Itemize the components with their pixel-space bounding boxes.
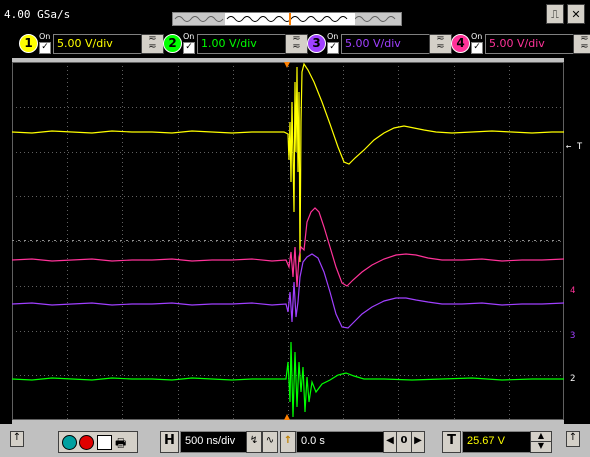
delay-right-button[interactable]: ▶ — [411, 431, 425, 453]
channel-2-on-checkbox[interactable]: ✓ — [183, 42, 195, 54]
channel-4-on-label: On — [471, 32, 483, 41]
memory-timebar[interactable] — [172, 12, 402, 26]
left-gutter — [0, 58, 12, 424]
right-marker-gutter: ← T 4 3 2 — [564, 58, 590, 424]
bottom-control-bar: ↑ 🖶 H 500 ns/div ↯ ∿ ↑ 0.0 s ◀ 0 ▶ T 25.… — [0, 424, 590, 457]
channel-2-coupling-button[interactable]: ≂ ≂ — [285, 34, 308, 54]
channel-3-number[interactable]: 3 — [307, 34, 326, 53]
horizontal-scale-field[interactable]: 500 ns/div — [180, 431, 248, 453]
channel-4-ground-marker[interactable]: 4 — [570, 286, 575, 296]
channel-4-scale[interactable]: 5.00 V/div — [485, 34, 574, 54]
timebar-trigger-marker — [289, 13, 291, 25]
stop-icon[interactable] — [79, 435, 94, 450]
waveform-display[interactable] — [12, 62, 564, 420]
channel-2-scale[interactable]: 1.00 V/div — [197, 34, 286, 54]
channel-4-on-checkbox[interactable]: ✓ — [471, 42, 483, 54]
delay-field[interactable]: 0.0 s — [296, 431, 386, 453]
channel-1-on-label: On — [39, 32, 51, 41]
channel-4-coupling-button[interactable]: ≂ ≂ — [573, 34, 590, 54]
horizontal-label: H — [160, 431, 179, 453]
channel-1-coupling-button[interactable]: ≂ ≂ — [141, 34, 164, 54]
channel-1-scale[interactable]: 5.00 V/div — [53, 34, 142, 54]
channel-2-number[interactable]: 2 — [163, 34, 182, 53]
sample-rate-readout: 4.00 GSa/s — [4, 8, 71, 21]
vernier-icon[interactable]: ∿ — [262, 431, 278, 453]
run-icon[interactable] — [62, 435, 77, 450]
channel-1-on-checkbox[interactable]: ✓ — [39, 42, 51, 54]
close-button[interactable]: ✕ — [567, 4, 585, 24]
top-status-bar: 4.00 GSa/s ⎍ ✕ — [0, 0, 590, 30]
scroll-up-left-button[interactable]: ↑ — [10, 431, 24, 447]
zoom-icon[interactable]: ↯ — [246, 431, 262, 453]
trigger-delay-icon[interactable]: ↑ — [280, 431, 296, 453]
delay-left-button[interactable]: ◀ — [383, 431, 397, 453]
trigger-level-marker[interactable]: ← T — [566, 142, 582, 152]
graticule-and-traces — [12, 62, 564, 420]
channel-4-trace — [12, 207, 564, 288]
channel-4-number[interactable]: 4 — [451, 34, 470, 53]
channel-2-on-label: On — [183, 32, 195, 41]
delay-zero-button[interactable]: 0 — [396, 431, 412, 453]
scroll-up-right-button[interactable]: ↑ — [566, 431, 580, 447]
restore-button[interactable]: ⎍ — [546, 4, 564, 24]
channel-3-coupling-button[interactable]: ≂ ≂ — [429, 34, 452, 54]
channel-3-on-label: On — [327, 32, 339, 41]
single-icon[interactable] — [97, 435, 112, 450]
channel-2-trace — [12, 341, 564, 418]
channel-1-number[interactable]: 1 — [19, 34, 38, 53]
run-control-group: 🖶 — [58, 431, 138, 453]
trigger-level-field[interactable]: 25.67 V — [462, 431, 532, 453]
channel-3-scale[interactable]: 5.00 V/div — [341, 34, 430, 54]
trigger-down-button[interactable]: ▼ — [530, 441, 552, 453]
channel-3-ground-marker[interactable]: 3 — [570, 331, 575, 341]
channel-2-ground-marker[interactable]: 2 — [570, 374, 575, 384]
channel-3-on-checkbox[interactable]: ✓ — [327, 42, 339, 54]
trigger-label: T — [442, 431, 461, 453]
print-icon[interactable]: 🖶 — [115, 434, 126, 455]
channel-bar: 1 On ✓ 5.00 V/div ≂ ≂ 2 On ✓ 1.00 V/div ≂… — [0, 30, 590, 58]
